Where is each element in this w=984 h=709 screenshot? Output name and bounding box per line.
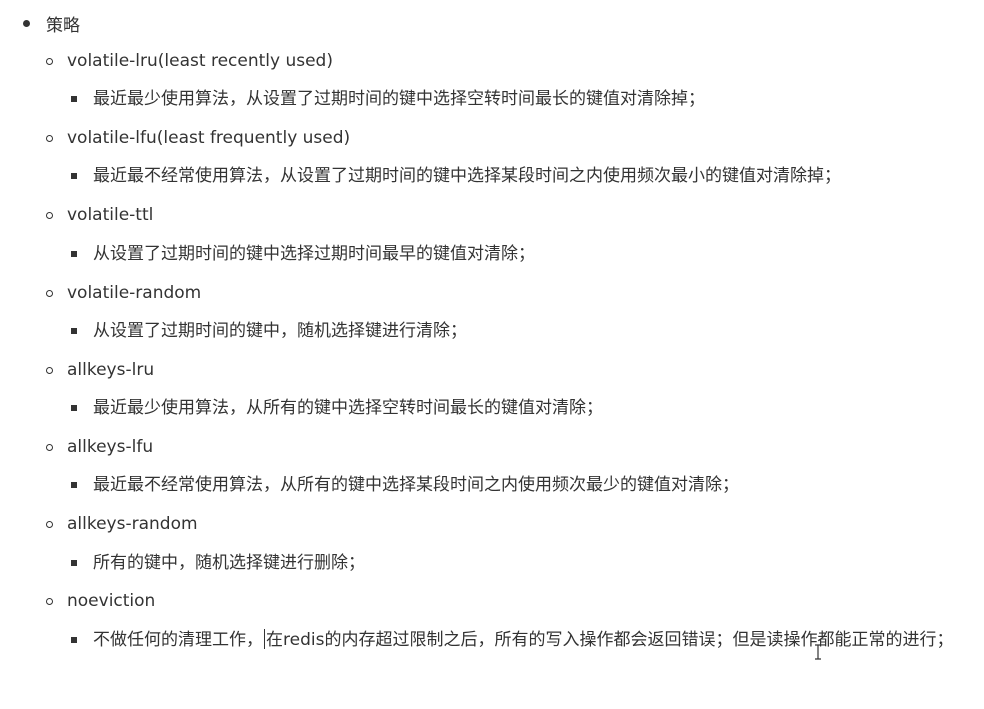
circle-bullet-icon	[46, 520, 53, 528]
policy-item: allkeys-lfu	[46, 434, 153, 460]
policy-name[interactable]: volatile-ttl	[67, 205, 153, 225]
policy-description[interactable]: 最近最少使用算法，从设置了过期时间的键中选择空转时间最长的键值对清除掉；	[93, 86, 705, 112]
list-item-strategy: 策略	[20, 10, 80, 36]
square-bullet-icon	[71, 173, 77, 179]
policy-description[interactable]: 从设置了过期时间的键中，随机选择键进行清除；	[93, 318, 467, 344]
description-text-after-caret: 在redis的内存超过限制之后，所有的写入操作都会返回错误；但是读操作都能正常的…	[266, 630, 954, 650]
circle-bullet-icon	[46, 57, 53, 65]
circle-bullet-icon	[46, 597, 53, 605]
policy-item: noeviction	[46, 588, 155, 614]
circle-bullet-icon	[46, 134, 53, 142]
policy-description[interactable]: 最近最少使用算法，从所有的键中选择空转时间最长的键值对清除；	[93, 395, 603, 421]
document-body: 策略 volatile-lru(least recently used) 最近最…	[0, 0, 984, 709]
policy-name[interactable]: allkeys-lfu	[67, 437, 153, 457]
policy-description-item: 最近最少使用算法，从所有的键中选择空转时间最长的键值对清除；	[71, 395, 603, 421]
policy-description-item: 最近最不经常使用算法，从所有的键中选择某段时间之内使用频次最少的键值对清除；	[71, 472, 739, 498]
ibeam-cursor-icon	[815, 644, 821, 660]
policy-description[interactable]: 不做任何的清理工作， 在redis的内存超过限制之后，所有的写入操作都会返回错误；…	[93, 627, 963, 653]
square-bullet-icon	[71, 482, 77, 488]
policy-description[interactable]: 最近最不经常使用算法，从设置了过期时间的键中选择某段时间之内使用频次最小的键值对…	[93, 163, 841, 189]
policy-description-item: 最近最少使用算法，从设置了过期时间的键中选择空转时间最长的键值对清除掉；	[71, 86, 705, 112]
policy-description-item: 所有的键中，随机选择键进行删除；	[71, 550, 365, 576]
policy-description[interactable]: 从设置了过期时间的键中选择过期时间最早的键值对清除；	[93, 241, 535, 267]
policy-name[interactable]: volatile-lru(least recently used)	[67, 51, 333, 71]
policy-name[interactable]: volatile-random	[67, 283, 201, 303]
policy-description-item: 最近最不经常使用算法，从设置了过期时间的键中选择某段时间之内使用频次最小的键值对…	[71, 163, 841, 189]
section-heading[interactable]: 策略	[46, 11, 80, 36]
policy-name[interactable]: noeviction	[67, 591, 155, 611]
circle-bullet-icon	[46, 211, 53, 219]
text-caret	[264, 629, 265, 649]
policy-description-item: 从设置了过期时间的键中，随机选择键进行清除；	[71, 318, 467, 344]
square-bullet-icon	[71, 251, 77, 257]
policy-item: allkeys-lru	[46, 357, 154, 383]
circle-bullet-icon	[46, 366, 53, 374]
disc-bullet-icon	[23, 19, 30, 27]
policy-description[interactable]: 最近最不经常使用算法，从所有的键中选择某段时间之内使用频次最少的键值对清除；	[93, 472, 739, 498]
policy-item: volatile-lfu(least frequently used)	[46, 125, 350, 151]
square-bullet-icon	[71, 560, 77, 566]
policy-name[interactable]: allkeys-random	[67, 514, 198, 534]
square-bullet-icon	[71, 96, 77, 102]
circle-bullet-icon	[46, 289, 53, 297]
square-bullet-icon	[71, 637, 77, 643]
policy-item: volatile-random	[46, 280, 201, 306]
policy-description[interactable]: 所有的键中，随机选择键进行删除；	[93, 550, 365, 576]
policy-description-item: 从设置了过期时间的键中选择过期时间最早的键值对清除；	[71, 241, 535, 267]
policy-description-item: 不做任何的清理工作， 在redis的内存超过限制之后，所有的写入操作都会返回错误；…	[71, 627, 963, 653]
square-bullet-icon	[71, 328, 77, 334]
policy-name[interactable]: allkeys-lru	[67, 360, 154, 380]
policy-item: volatile-ttl	[46, 202, 153, 228]
policy-item: allkeys-random	[46, 511, 198, 537]
description-text-before-caret: 不做任何的清理工作，	[93, 630, 263, 650]
square-bullet-icon	[71, 405, 77, 411]
policy-item: volatile-lru(least recently used)	[46, 48, 333, 74]
policy-name[interactable]: volatile-lfu(least frequently used)	[67, 128, 350, 148]
circle-bullet-icon	[46, 443, 53, 451]
